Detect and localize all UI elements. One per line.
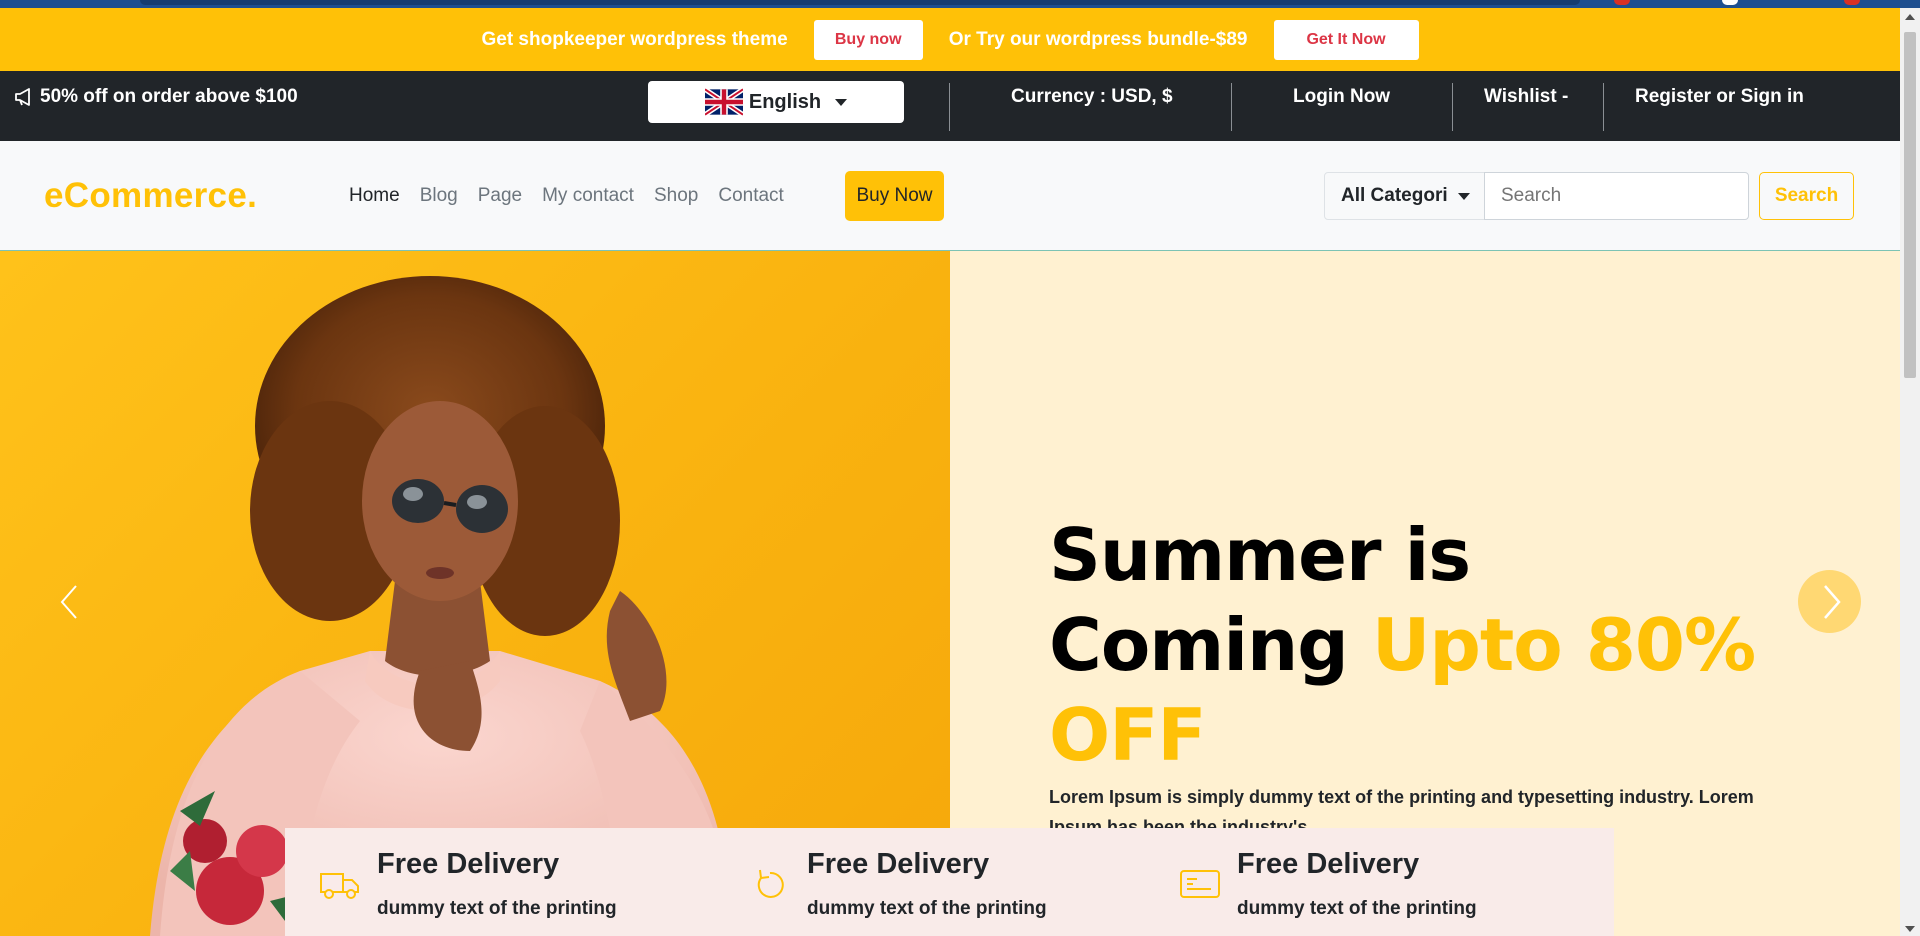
promo-text-theme: Get shopkeeper wordpress theme [481, 28, 788, 50]
page-scrollbar[interactable] [1900, 8, 1920, 936]
nav-page[interactable]: Page [478, 185, 522, 207]
buy-now-promo-button[interactable]: Buy now [813, 19, 923, 60]
nav-links: Home Blog Page My contact Shop Contact [349, 185, 804, 207]
divider [949, 83, 950, 131]
feature-item: Free Delivery dummy text of the printing [1145, 828, 1575, 936]
features-strip: Free Delivery dummy text of the printing… [285, 828, 1614, 936]
feature-item: Free Delivery dummy text of the printing [285, 828, 715, 936]
chevron-right-icon [1823, 584, 1841, 619]
search-input[interactable] [1484, 172, 1749, 220]
top-info-bar: 50% off on order above $100 English Curr… [0, 71, 1900, 141]
divider [1231, 83, 1232, 131]
divider [1603, 83, 1604, 131]
currency-select[interactable]: Currency : USD, $ [1011, 86, 1173, 108]
promo-bar: Get shopkeeper wordpress theme Buy now O… [0, 8, 1900, 71]
feature-item: Free Delivery dummy text of the printing [715, 828, 1145, 936]
nav-home[interactable]: Home [349, 185, 400, 207]
feature-title: Free Delivery [807, 848, 990, 880]
divider [1452, 83, 1453, 131]
feature-title: Free Delivery [377, 848, 560, 880]
main-navbar: eCommerce. Home Blog Page My contact Sho… [0, 141, 1900, 251]
scroll-down-arrow[interactable] [1905, 926, 1915, 932]
carousel-next-button[interactable] [1798, 570, 1861, 633]
login-link[interactable]: Login Now [1293, 86, 1390, 108]
get-it-now-button[interactable]: Get It Now [1273, 19, 1419, 60]
feature-subtitle: dummy text of the printing [807, 898, 1047, 919]
feature-title: Free Delivery [1237, 848, 1420, 880]
category-select[interactable]: All Categori [1324, 172, 1485, 220]
nav-my-contact[interactable]: My contact [542, 185, 634, 207]
hero-title-line2: Coming [1049, 603, 1372, 687]
language-label: English [748, 90, 822, 113]
feature-subtitle: dummy text of the printing [1237, 898, 1477, 919]
truck-icon [320, 873, 359, 899]
browser-toolbar-edge [0, 0, 1920, 8]
category-label: All Categori [1341, 185, 1448, 206]
feature-subtitle: dummy text of the printing [377, 898, 617, 919]
chevron-left-icon [60, 585, 77, 619]
nav-shop[interactable]: Shop [654, 185, 698, 207]
offer-text: 50% off on order above $100 [40, 86, 298, 107]
hero-title: Summer is Coming Upto 80% OFF [1049, 510, 1809, 780]
chevron-down-icon [1457, 192, 1470, 200]
chevron-down-icon [835, 98, 848, 106]
scroll-up-arrow[interactable] [1905, 14, 1915, 20]
address-bar-edge [140, 0, 1580, 5]
scroll-thumb[interactable] [1904, 32, 1916, 378]
brand-logo[interactable]: eCommerce. [44, 176, 257, 216]
buy-now-button[interactable]: Buy Now [845, 171, 944, 221]
credit-card-icon [1180, 870, 1220, 898]
wishlist-link[interactable]: Wishlist - [1484, 86, 1568, 108]
uk-flag-icon [704, 88, 743, 116]
offer-notice: 50% off on order above $100 [14, 86, 298, 108]
carousel-prev-button[interactable] [56, 582, 86, 622]
refresh-icon [757, 869, 784, 898]
hero-title-line1: Summer is [1049, 513, 1471, 597]
notification-icon[interactable] [1844, 0, 1860, 5]
nav-blog[interactable]: Blog [420, 185, 458, 207]
nav-contact[interactable]: Contact [718, 185, 783, 207]
promo-text-bundle: Or Try our wordpress bundle-$89 [948, 28, 1248, 50]
search-button[interactable]: Search [1759, 172, 1854, 220]
profile-icon[interactable] [1722, 0, 1738, 5]
language-select[interactable]: English [648, 81, 904, 123]
register-link[interactable]: Register or Sign in [1635, 86, 1804, 108]
megaphone-icon [15, 88, 30, 106]
extension-icon[interactable] [1614, 0, 1630, 5]
